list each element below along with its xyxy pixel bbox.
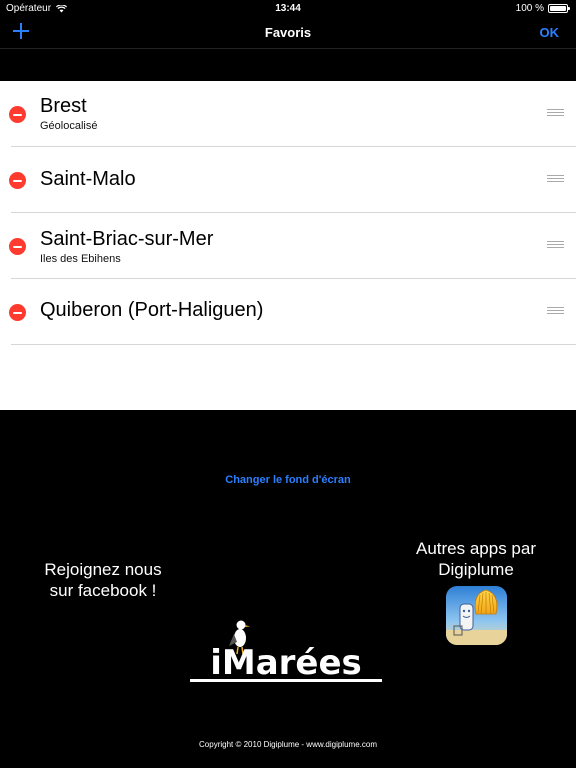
row-divider [11, 344, 576, 345]
delete-icon[interactable] [9, 172, 26, 189]
delete-icon[interactable] [9, 238, 26, 255]
favorite-name: Saint-Malo [40, 168, 136, 190]
reorder-handle-icon[interactable] [547, 241, 564, 249]
reorder-handle-icon[interactable] [547, 175, 564, 183]
copyright-text: Copyright © 2010 Digiplume - www.digiplu… [199, 740, 377, 749]
battery-icon [548, 4, 570, 13]
favorites-list: Brest Géolocalisé Saint-Malo Saint-Briac… [0, 81, 576, 410]
facebook-link[interactable]: Rejoignez nous sur facebook ! [32, 559, 174, 601]
change-wallpaper-link[interactable]: Changer le fond d'écran [0, 474, 576, 486]
digiplume-app-icon[interactable] [446, 586, 507, 645]
favorite-name: Brest [40, 95, 87, 117]
favorite-name: Saint-Briac-sur-Mer [40, 228, 214, 250]
favorite-subtitle: Iles des Ebihens [40, 253, 121, 265]
facebook-text-line1: Rejoignez nous [44, 560, 162, 579]
reorder-handle-icon[interactable] [547, 307, 564, 315]
status-bar: Opérateur 13:44 100 % [0, 0, 576, 16]
other-apps-line1: Autres apps par [415, 539, 536, 558]
delete-icon[interactable] [9, 106, 26, 123]
ok-button[interactable]: OK [540, 25, 560, 40]
other-apps-label: Autres apps par Digiplume [400, 538, 552, 580]
favorite-row-saint-briac[interactable]: Saint-Briac-sur-Mer Iles des Ebihens [0, 213, 576, 279]
reorder-handle-icon[interactable] [547, 109, 564, 117]
favorite-subtitle: Géolocalisé [40, 120, 98, 132]
battery-percent: 100 % [515, 3, 544, 14]
favorite-name: Quiberon (Port-Haliguen) [40, 299, 264, 321]
imarees-logo: iMarées [190, 620, 382, 683]
favorite-row-brest[interactable]: Brest Géolocalisé [0, 81, 576, 147]
logo-text: iMarées [210, 643, 362, 683]
clock: 13:44 [275, 3, 301, 14]
delete-icon[interactable] [9, 304, 26, 321]
other-apps-line2: Digiplume [438, 560, 514, 579]
favorite-row-saint-malo[interactable]: Saint-Malo [0, 147, 576, 213]
facebook-text-line2: sur facebook ! [49, 581, 157, 600]
navigation-bar: Favoris OK [0, 16, 576, 49]
favorite-row-quiberon[interactable]: Quiberon (Port-Haliguen) [0, 279, 576, 345]
page-title: Favoris [264, 25, 312, 40]
